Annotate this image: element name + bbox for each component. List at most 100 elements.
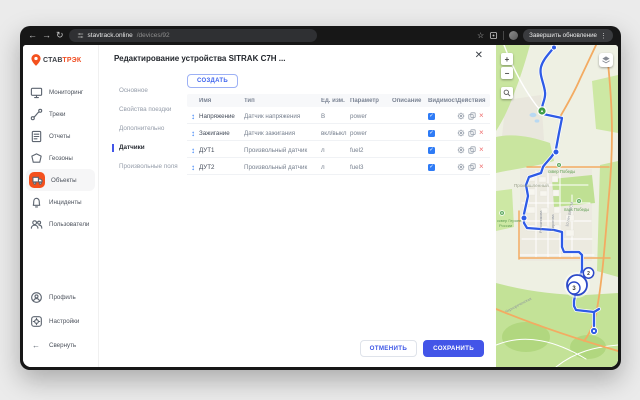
zoom-out-button[interactable]: − — [501, 67, 513, 79]
collapse-arrow-icon: ← — [29, 338, 43, 352]
chrome-divider — [503, 31, 504, 40]
bookmark-star-icon[interactable]: ☆ — [477, 31, 484, 40]
cancel-button[interactable]: ОТМЕНИТЬ — [360, 340, 417, 357]
table-row: ↕ Зажигание Датчик зажигания вкл/выкл po… — [187, 124, 490, 141]
col-unit: Ед. изм. — [321, 98, 350, 104]
settings-gear-icon[interactable] — [457, 141, 465, 159]
sidebar-item-label: Геозоны — [49, 155, 73, 162]
truck-icon — [29, 172, 45, 188]
copy-icon[interactable] — [468, 158, 476, 176]
delete-icon[interactable]: × — [479, 129, 484, 137]
visibility-checkbox[interactable]: ✓ — [428, 113, 435, 120]
map-search-button[interactable] — [501, 87, 513, 99]
drag-handle-icon[interactable]: ↕ — [187, 112, 199, 121]
park-label: России — [499, 223, 512, 228]
tab-sensors[interactable]: Датчики — [112, 144, 182, 152]
sidebar-item-objects[interactable]: Объекты — [26, 169, 95, 191]
row-actions: × — [457, 158, 490, 176]
finish-update-button[interactable]: Завершить обновление ⋮ — [523, 29, 613, 42]
drag-handle-icon[interactable]: ↕ — [187, 163, 199, 172]
sidebar-item-label: Свернуть — [49, 342, 76, 349]
sidebar-item-label: Мониторинг — [49, 89, 83, 96]
delete-icon[interactable]: × — [479, 163, 484, 171]
drag-handle-icon[interactable]: ↕ — [187, 146, 199, 155]
map-canvas: Промышленный парк Победы сквер Победы ск… — [496, 45, 618, 367]
row-actions: × — [457, 107, 490, 125]
copy-icon[interactable] — [468, 141, 476, 159]
sidebar-item-tracks[interactable]: Треки — [26, 103, 95, 125]
sidebar-item-monitoring[interactable]: Мониторинг — [26, 81, 95, 103]
delete-icon[interactable]: × — [479, 146, 484, 154]
tab-trip-properties[interactable]: Свойства поездки — [112, 106, 182, 114]
waypoint-marker[interactable] — [521, 215, 527, 221]
waypoint-marker[interactable] — [553, 149, 559, 155]
sidebar-item-settings[interactable]: Настройки — [26, 309, 95, 333]
sidebar-item-label: Профиль — [49, 294, 76, 301]
copy-icon[interactable] — [468, 107, 476, 125]
settings-gear-icon[interactable] — [457, 158, 465, 176]
tab-additional[interactable]: Дополнительно — [112, 125, 182, 133]
zoom-in-button[interactable]: + — [501, 53, 513, 65]
close-icon[interactable]: ✕ — [475, 51, 483, 61]
cluster-badge-count: 2 — [587, 271, 590, 277]
sidebar-item-reports[interactable]: Отчеты — [26, 125, 95, 147]
sidebar-item-label: Отчеты — [49, 133, 70, 140]
street-label: Пирогова — [551, 214, 555, 231]
layers-button[interactable] — [599, 53, 613, 67]
bell-icon — [29, 195, 43, 209]
reload-icon[interactable]: ↻ — [56, 31, 64, 40]
save-button[interactable]: СОХРАНИТЬ — [423, 340, 484, 357]
map-panel[interactable]: Промышленный парк Победы сквер Победы ск… — [496, 45, 618, 367]
gear-icon — [29, 314, 43, 328]
settings-gear-icon[interactable] — [457, 107, 465, 125]
col-name: Имя — [199, 98, 244, 104]
copy-icon[interactable] — [468, 124, 476, 142]
sidebar-item-label: Настройки — [49, 318, 79, 325]
back-icon[interactable]: ← — [28, 31, 37, 40]
start-marker[interactable] — [538, 107, 546, 115]
sensor-param: power — [350, 113, 392, 120]
dialog-footer: ОТМЕНИТЬ СОХРАНИТЬ — [360, 340, 484, 357]
visibility-checkbox[interactable]: ✓ — [428, 164, 435, 171]
visibility-checkbox[interactable]: ✓ — [428, 147, 435, 154]
tab-main[interactable]: Основное — [112, 87, 182, 95]
screenshot-stage: ← → ↻ stavtrack.online/devices/92 ☆ Заве… — [0, 0, 640, 400]
route-start-dot[interactable] — [552, 45, 557, 50]
layers-icon — [601, 55, 611, 65]
delete-icon[interactable]: × — [479, 112, 484, 120]
sidebar-item-label: Треки — [49, 111, 65, 118]
extensions-icon[interactable] — [489, 31, 498, 40]
route-icon — [29, 107, 43, 121]
chrome-menu-icon[interactable]: ⋮ — [600, 32, 607, 40]
sensor-name: Напряжение — [199, 113, 244, 120]
end-marker[interactable] — [590, 327, 597, 334]
sidebar-item-geozones[interactable]: Геозоны — [26, 147, 95, 169]
geofence-icon — [29, 151, 43, 165]
report-icon — [29, 129, 43, 143]
tab-custom-fields[interactable]: Произвольные поля — [112, 163, 182, 171]
visibility-checkbox[interactable]: ✓ — [428, 130, 435, 137]
cluster-marker[interactable]: 3 2 — [564, 268, 594, 298]
logo[interactable]: СТАВТРЭК — [31, 54, 81, 66]
sensor-unit: вкл/выкл — [321, 130, 350, 137]
sidebar-item-profile[interactable]: Профиль — [26, 285, 95, 309]
profile-avatar[interactable] — [509, 31, 518, 40]
sidebar-item-collapse[interactable]: ← Свернуть — [26, 333, 95, 357]
sidebar-item-users[interactable]: Пользователи — [26, 213, 95, 235]
device-edit-panel: Редактирование устройства SITRAK C7H ...… — [99, 45, 496, 367]
sensor-type: Произвольный датчик — [244, 164, 321, 171]
map-controls: + − — [501, 53, 513, 101]
sidebar-footer: Профиль Настройки ← Свернуть — [26, 285, 95, 357]
address-bar[interactable]: stavtrack.online/devices/92 — [69, 29, 317, 42]
table-row: ↕ ДУТ1 Произвольный датчик л fuel2 ✓ × — [187, 141, 490, 158]
sensor-unit: л — [321, 147, 350, 154]
finish-update-label: Завершить обновление — [529, 32, 597, 39]
drag-handle-icon[interactable]: ↕ — [187, 129, 199, 138]
park-label: сквер Победы — [548, 169, 575, 174]
settings-gear-icon[interactable] — [457, 124, 465, 142]
sensor-name: ДУТ2 — [199, 164, 244, 171]
create-button[interactable]: СОЗДАТЬ — [187, 74, 238, 88]
table-header-row: Имя Тип Ед. изм. Параметр Описание Видим… — [187, 94, 490, 107]
forward-icon[interactable]: → — [42, 31, 51, 40]
sidebar-item-incidents[interactable]: Инциденты — [26, 191, 95, 213]
